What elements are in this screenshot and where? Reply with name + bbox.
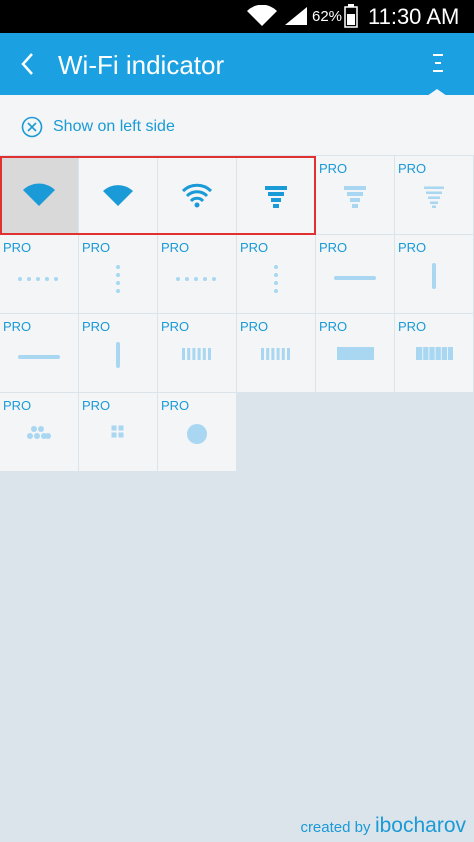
- circle-x-icon: [21, 116, 43, 138]
- style-option-stacked-bars-thin[interactable]: PRO: [395, 156, 473, 234]
- style-option-line-vertical[interactable]: PRO: [395, 235, 473, 313]
- chevron-left-icon[interactable]: [14, 49, 44, 79]
- battery-percent: 62%: [312, 8, 343, 25]
- wifi-status-icon: [247, 5, 277, 26]
- style-option-bars-segmented-small[interactable]: PRO: [237, 314, 315, 392]
- line-vertical-icon: [432, 263, 436, 289]
- stacked-bars-thin-icon: [424, 186, 444, 208]
- dots-vertical-small-icon: [274, 265, 278, 293]
- bars-segmented-small-icon: [261, 348, 290, 360]
- style-option-line-horizontal-thick[interactable]: PRO: [0, 314, 78, 392]
- style-option-wifi-fan-wide[interactable]: [79, 156, 157, 234]
- cell-signal-icon: [285, 7, 307, 25]
- style-option-wifi-stacked-bars[interactable]: [237, 156, 315, 234]
- stacked-bars-outline-icon: [344, 186, 366, 208]
- credits-prefix: created by: [300, 819, 371, 836]
- credits: created by ibocharov: [300, 814, 466, 838]
- dots-vertical-icon: [116, 265, 120, 293]
- style-option-line-horizontal[interactable]: PRO: [316, 235, 394, 313]
- bars-segmented-icon: [182, 348, 211, 360]
- overflow-menu-icon[interactable]: [424, 47, 452, 87]
- dots-triangle-icon: [27, 426, 51, 439]
- block-solid-icon: [337, 347, 374, 360]
- style-option-dots-vertical-small[interactable]: PRO: [237, 235, 315, 313]
- style-option-dots-square[interactable]: PRO: [79, 393, 157, 471]
- style-option-line-vertical-thick[interactable]: PRO: [79, 314, 157, 392]
- dots-square-icon: [111, 425, 124, 438]
- style-option-dots-horizontal[interactable]: PRO: [0, 235, 78, 313]
- style-option-wifi-arcs[interactable]: [158, 156, 236, 234]
- line-horizontal-thick-icon: [18, 355, 60, 359]
- style-option-wifi-fan-solid[interactable]: [0, 156, 78, 234]
- line-vertical-thick-icon: [116, 342, 120, 368]
- dots-horizontal-icon: [18, 277, 58, 281]
- wifi-fan-solid-icon: [23, 183, 55, 206]
- battery-icon: [344, 4, 358, 28]
- page-title: Wi-Fi indicator: [58, 50, 225, 80]
- option-label: Show on left side: [53, 118, 175, 135]
- wifi-stacked-bars-icon: [265, 186, 287, 208]
- style-option-bars-segmented[interactable]: PRO: [158, 314, 236, 392]
- style-option-block-solid[interactable]: PRO: [316, 314, 394, 392]
- block-segmented-icon: [416, 347, 453, 360]
- status-bar: 62% 11:30 AM: [0, 0, 474, 33]
- style-option-stacked-bars-outline[interactable]: PRO: [316, 156, 394, 234]
- status-time: 11:30 AM: [368, 4, 460, 29]
- app-bar: Wi-Fi indicator: [0, 33, 474, 96]
- show-on-left-option[interactable]: Show on left side: [0, 95, 474, 155]
- style-option-block-segmented[interactable]: PRO: [395, 314, 473, 392]
- style-option-circle-solid[interactable]: PRO: [158, 393, 236, 471]
- wifi-fan-wide-icon: [103, 185, 133, 206]
- line-horizontal-icon: [334, 276, 376, 280]
- style-option-dots-triangle[interactable]: PRO: [0, 393, 78, 471]
- style-option-dots-horizontal-small[interactable]: PRO: [158, 235, 236, 313]
- credits-author: ibocharov: [374, 814, 466, 837]
- style-option-dots-vertical[interactable]: PRO: [79, 235, 157, 313]
- wifi-arcs-icon: [181, 183, 213, 208]
- circle-solid-icon: [187, 424, 207, 444]
- dots-horizontal-small-icon: [176, 277, 216, 281]
